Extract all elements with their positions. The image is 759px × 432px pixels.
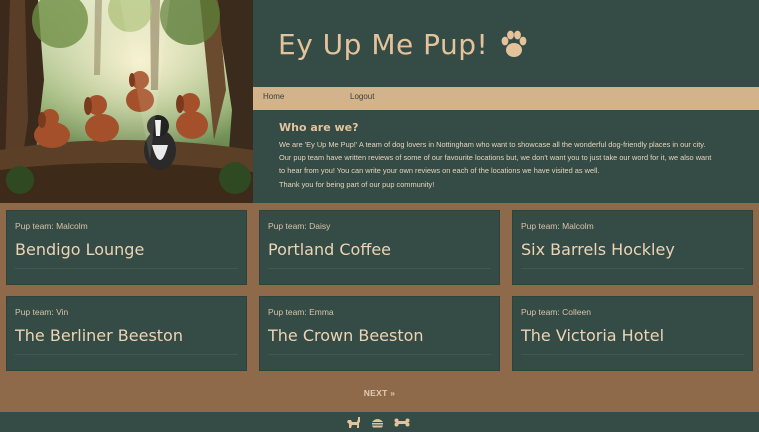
hero-dogs-painting <box>0 0 253 203</box>
main-nav: Home Logout <box>253 87 759 110</box>
nav-logout-link[interactable]: Logout <box>350 92 374 101</box>
about-heading: Who are we? <box>279 121 359 134</box>
about-line: Our pup team have written reviews of som… <box>279 153 712 163</box>
nav-home-link[interactable]: Home <box>263 92 284 101</box>
location-name[interactable]: The Crown Beeston <box>268 326 424 345</box>
pup-team-label: Pup team: Malcolm <box>15 221 88 231</box>
location-card[interactable]: Pup team: Emma The Crown Beeston <box>259 296 500 371</box>
bone-icon <box>394 418 410 427</box>
dog-icon <box>347 417 360 428</box>
pup-team-label: Pup team: Colleen <box>521 307 591 317</box>
footer-icons <box>346 416 410 429</box>
location-card[interactable]: Pup team: Malcolm Six Barrels Hockley <box>512 210 753 285</box>
card-divider <box>268 354 491 355</box>
pup-team-label: Pup team: Malcolm <box>521 221 594 231</box>
card-divider <box>268 268 491 269</box>
about-section: Who are we? We are 'Ey Up Me Pup!' A tea… <box>279 121 749 191</box>
location-card[interactable]: Pup team: Colleen The Victoria Hotel <box>512 296 753 371</box>
burger-icon <box>372 419 383 428</box>
about-line: to hear from you! You can write your own… <box>279 166 600 176</box>
card-divider <box>521 354 744 355</box>
pup-team-label: Pup team: Emma <box>268 307 334 317</box>
next-page-link[interactable]: NEXT » <box>364 388 396 398</box>
site-title: Ey Up Me Pup! <box>278 22 530 66</box>
location-name[interactable]: Portland Coffee <box>268 240 391 259</box>
location-card[interactable]: Pup team: Malcolm Bendigo Lounge <box>6 210 247 285</box>
paw-icon <box>501 30 527 57</box>
pup-team-label: Pup team: Daisy <box>268 221 331 231</box>
hero-section: Ey Up Me Pup! Home Logout Who are we? We… <box>0 0 759 203</box>
about-line: Thank you for being part of our pup comm… <box>279 179 435 189</box>
location-card[interactable]: Pup team: Daisy Portland Coffee <box>259 210 500 285</box>
pagination: NEXT » <box>0 388 759 398</box>
location-name[interactable]: The Berliner Beeston <box>15 326 183 345</box>
location-name[interactable]: Six Barrels Hockley <box>521 240 675 259</box>
site-footer <box>0 412 759 432</box>
pup-team-label: Pup team: Vin <box>15 307 69 317</box>
location-name[interactable]: Bendigo Lounge <box>15 240 144 259</box>
site-title-text: Ey Up Me Pup! <box>278 27 489 61</box>
about-line: We are 'Ey Up Me Pup!' A team of dog lov… <box>279 140 706 149</box>
card-divider <box>15 354 238 355</box>
card-divider <box>521 268 744 269</box>
location-card[interactable]: Pup team: Vin The Berliner Beeston <box>6 296 247 371</box>
card-divider <box>15 268 238 269</box>
location-name[interactable]: The Victoria Hotel <box>521 326 664 345</box>
